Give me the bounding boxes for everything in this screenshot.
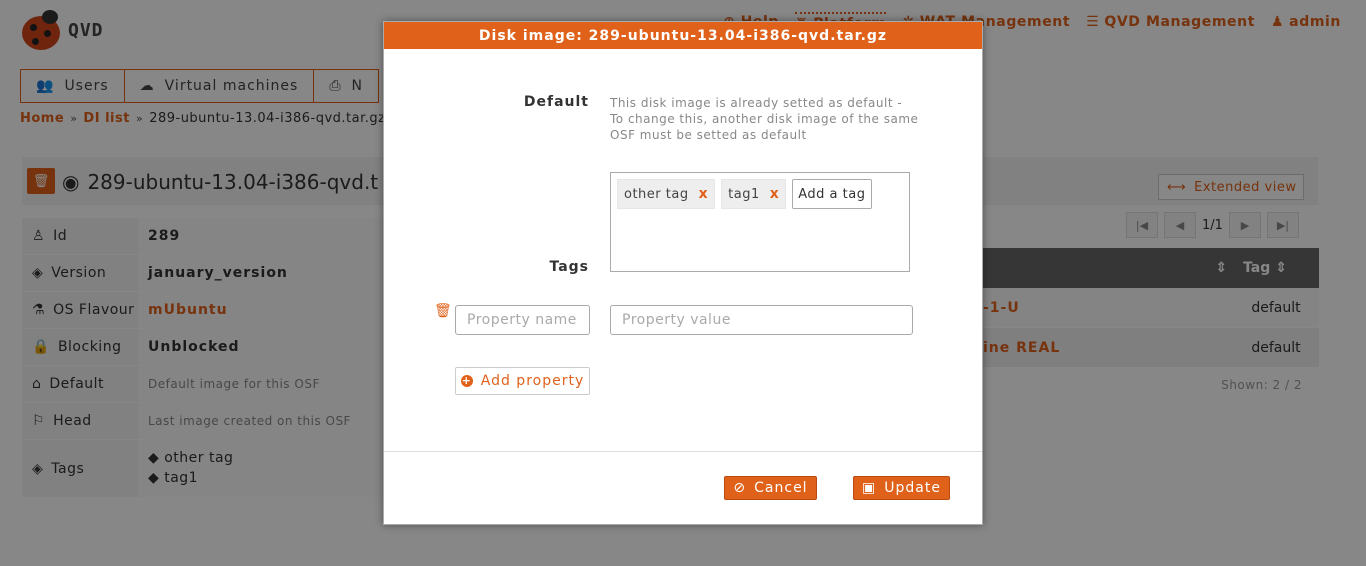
- trash-icon[interactable]: 🗑: [434, 303, 452, 319]
- default-label: Default: [523, 94, 589, 110]
- default-info-text: This disk image is already setted as def…: [610, 96, 919, 142]
- remove-tag-button[interactable]: x: [699, 186, 709, 202]
- cancel-button[interactable]: ⊘ Cancel: [724, 476, 817, 500]
- add-property-button[interactable]: + Add property: [455, 367, 590, 395]
- property-name-input[interactable]: [455, 305, 590, 335]
- tag-chip: other tag x: [617, 179, 716, 209]
- update-button[interactable]: ▣ Update: [853, 476, 950, 500]
- dialog-title: Disk image: 289-ubuntu-13.04-i386-qvd.ta…: [384, 22, 982, 49]
- tag-chip: tag1 x: [721, 179, 787, 209]
- ban-icon: ⊘: [733, 480, 747, 496]
- plus-circle-icon: +: [460, 374, 473, 387]
- property-value-input[interactable]: [610, 305, 913, 335]
- add-tag-input[interactable]: [792, 179, 873, 209]
- dialog-footer: ⊘ Cancel ▣ Update: [384, 451, 982, 525]
- tags-label: Tags: [549, 259, 589, 275]
- edit-disk-image-dialog: Disk image: 289-ubuntu-13.04-i386-qvd.ta…: [383, 21, 983, 525]
- tags-editor[interactable]: other tag x tag1 x: [610, 172, 910, 272]
- remove-tag-button[interactable]: x: [770, 186, 780, 202]
- save-icon: ▣: [862, 480, 877, 496]
